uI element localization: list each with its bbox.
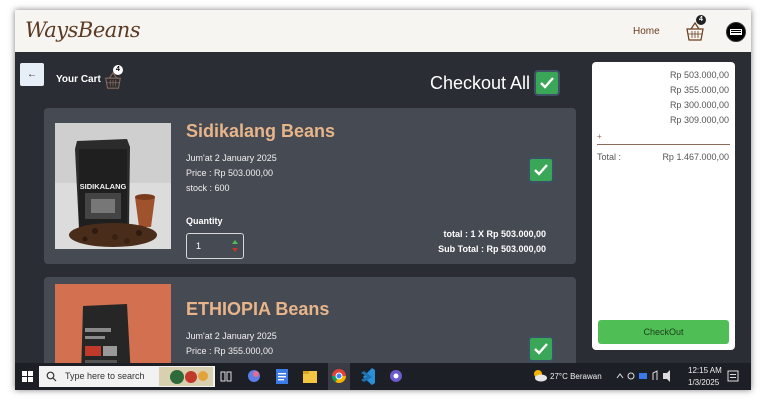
postman-icon[interactable]: [387, 363, 405, 390]
windows-start-icon[interactable]: [22, 371, 33, 382]
cart-item-card: ETHIOPIA Beans Jum'at 2 January 2025 Pri…: [44, 277, 576, 377]
summary-amount: Rp 503.000,00: [669, 70, 729, 80]
product-image: SIDIKALANG: [55, 123, 171, 249]
check-icon: [534, 343, 548, 355]
vscode-icon[interactable]: [359, 363, 377, 390]
item-subtotal: Sub Total : Rp 503.000,00: [438, 244, 546, 254]
summary-amount: Rp 309.000,00: [669, 115, 729, 125]
search-placeholder: Type here to search: [65, 371, 145, 381]
summary-amount: Rp 355.000,00: [669, 85, 729, 95]
item-total: total : 1 X Rp 503.000,00: [443, 229, 546, 239]
product-name: ETHIOPIA Beans: [186, 299, 330, 319]
cart-title: Your Cart: [56, 74, 101, 85]
navbar: WaysBeans Home 4: [15, 10, 751, 52]
cart-item-card: SIDIKALANG Sidikalang Beans Jum'at 2 Jan…: [44, 108, 576, 264]
increment-icon[interactable]: [232, 240, 238, 244]
summary-plus: +: [597, 132, 602, 141]
copilot-icon[interactable]: [245, 363, 263, 390]
search-highlight-icon: [159, 367, 213, 386]
quantity-value: 1: [196, 241, 202, 251]
notification-icon[interactable]: [725, 363, 741, 390]
file-explorer-icon[interactable]: [301, 363, 319, 390]
product-price: Price : Rp 355.000,00: [186, 346, 274, 356]
clock-time[interactable]: 12:15 AM: [688, 366, 722, 375]
system-tray-icons[interactable]: [615, 363, 675, 390]
cart-basket-icon: 4: [103, 65, 123, 90]
clock-date[interactable]: 1/3/2025: [688, 378, 719, 387]
avatar[interactable]: [726, 22, 746, 42]
task-view-icon[interactable]: [219, 363, 233, 390]
checkout-button[interactable]: CheckOut: [598, 320, 729, 344]
nav-cart-icon[interactable]: 4: [684, 15, 706, 42]
weather-icon[interactable]: [532, 363, 548, 390]
item-checkbox[interactable]: [530, 159, 552, 181]
nav-cart-badge: 4: [696, 15, 706, 25]
product-price: Price : Rp 503.000,00: [186, 168, 274, 178]
summary-amount: Rp 300.000,00: [669, 100, 729, 110]
summary-total-value: Rp 1.467.000,00: [662, 152, 729, 162]
quantity-stepper[interactable]: 1: [186, 233, 244, 259]
checkout-all-label: Checkout All: [430, 73, 531, 93]
item-checkbox[interactable]: [530, 338, 552, 360]
taskbar: Type here to search 27°C Berawan 12:15 A…: [15, 363, 751, 390]
app-window: WaysBeans Home 4 ← Your Cart 4 Checkout …: [15, 10, 751, 390]
checkout-all-checkbox[interactable]: [536, 72, 558, 94]
weather-text[interactable]: 27°C Berawan: [550, 372, 602, 381]
chrome-icon[interactable]: [328, 363, 350, 390]
product-stock: stock : 600: [186, 183, 230, 193]
cart-badge: 4: [113, 65, 123, 75]
logo[interactable]: WaysBeans: [25, 18, 141, 42]
quantity-label: Quantity: [186, 216, 223, 226]
docs-icon[interactable]: [273, 363, 291, 390]
nav-home-link[interactable]: Home: [633, 26, 660, 37]
product-name: Sidikalang Beans: [186, 121, 336, 141]
check-icon: [540, 77, 554, 89]
summary-divider: [597, 144, 730, 145]
check-icon: [534, 164, 548, 176]
product-label-text: SIDIKALANG: [80, 182, 127, 191]
decrement-icon[interactable]: [232, 248, 238, 252]
product-date: Jum'at 2 January 2025: [186, 331, 277, 341]
product-date: Jum'at 2 January 2025: [186, 153, 277, 163]
search-icon: [46, 371, 57, 382]
back-button[interactable]: ←: [20, 63, 44, 86]
taskbar-search[interactable]: Type here to search: [39, 366, 215, 387]
order-summary: Rp 503.000,00 Rp 355.000,00 Rp 300.000,0…: [592, 62, 735, 350]
summary-total-label: Total :: [597, 152, 622, 162]
